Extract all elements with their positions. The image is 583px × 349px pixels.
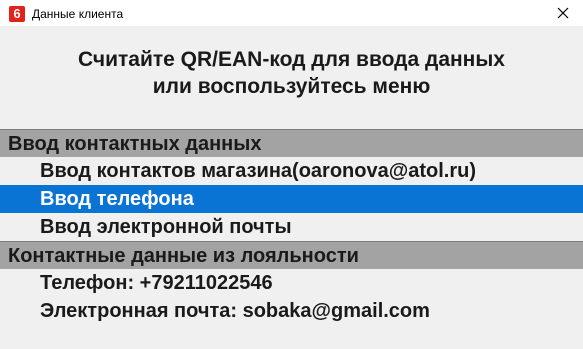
menu-item-store-contacts[interactable]: Ввод контактов магазина(oaronova@atol.ru…: [0, 157, 583, 185]
instruction-line-2: или воспользуйтесь меню: [152, 75, 431, 98]
scan-instruction: Считайте QR/EAN-код для ввода данных или…: [0, 46, 583, 100]
menu-item-email-input[interactable]: Ввод электронной почты: [0, 213, 583, 241]
client-data-dialog: 6 Данные клиента Считайте QR/EAN-код для…: [0, 0, 583, 349]
instruction-line-1: Считайте QR/EAN-код для ввода данных: [78, 48, 505, 71]
section-header-contact-input: Ввод контактных данных: [0, 129, 583, 157]
title-bar: 6 Данные клиента: [0, 0, 583, 26]
app-logo-icon: 6: [9, 6, 25, 22]
close-button[interactable]: [543, 0, 583, 26]
menu-item-loyalty-email[interactable]: Электронная почта: sobaka@gmail.com: [0, 297, 583, 325]
section-header-loyalty-contacts: Контактные данные из лояльности: [0, 241, 583, 269]
window-title: Данные клиента: [32, 7, 124, 21]
menu-item-phone-input[interactable]: Ввод телефона: [0, 185, 583, 213]
close-icon: [557, 7, 569, 19]
contact-menu: Ввод контактных данных Ввод контактов ма…: [0, 129, 583, 325]
menu-item-loyalty-phone[interactable]: Телефон: +79211022546: [0, 269, 583, 297]
